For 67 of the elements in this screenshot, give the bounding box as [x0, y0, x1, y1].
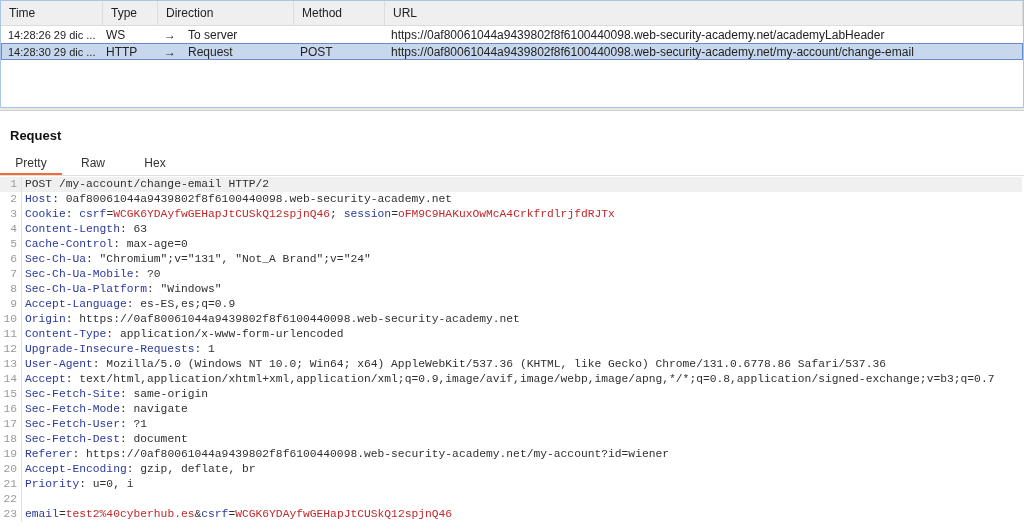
line-number: 13 — [3, 358, 17, 370]
code-line: Cookie: csrf=WCGK6YDAyfwGEHapJtCUSkQ12spjnQ46; session=oFM9C9HAKuxOwMcA4CrkfrdlrjfdRJTx — [25, 208, 615, 220]
line-number: 17 — [3, 418, 17, 430]
line-number: 21 — [3, 478, 17, 490]
line-number: 7 — [10, 268, 17, 280]
code-line: Cache-Control: max-age=0 — [25, 238, 188, 250]
line-number: 19 — [3, 448, 17, 460]
code-line: email=test2%40cyberhub.es&csrf=WCGK6YDAyfwGEHapJtCUSkQ12spjnQ46 — [25, 508, 453, 520]
code-line: Sec-Fetch-Site: same-origin — [25, 388, 209, 400]
code-line: Content-Length: 63 — [25, 223, 148, 235]
code-line: User-Agent: Mozilla/5.0 (Windows NT 10.0; Win64; x64) AppleWebKit/537.36 (KHTML, like Gecko) Chrome/131.0.6778.86 Safari/537.36 — [25, 358, 886, 370]
line-number: 4 — [10, 223, 17, 235]
panel-title: Request — [10, 128, 62, 143]
code-line: Sec-Fetch-Mode: navigate — [25, 403, 188, 415]
type-cell: HTTP — [106, 44, 138, 59]
column-header[interactable]: Type — [103, 1, 158, 25]
line-number: 23 — [3, 508, 17, 520]
code-line: Referer: https://0af80061044a9439802f8f6100440098.web-security-academy.net/my-account?id=wiener — [25, 448, 670, 460]
code-line: Accept-Encoding: gzip, deflate, br — [25, 463, 256, 475]
column-header[interactable]: Method — [294, 1, 385, 25]
code-line: Sec-Fetch-Dest: document — [25, 433, 188, 445]
view-tab[interactable]: Pretty — [0, 153, 62, 175]
direction-cell-text: To server — [188, 26, 238, 44]
code-line: Priority: u=0, i — [25, 478, 134, 490]
direction-cell-text: Request — [188, 43, 233, 61]
type-cell: WS — [106, 27, 126, 42]
column-header[interactable]: Direction — [158, 1, 294, 25]
code-line: Sec-Fetch-User: ?1 — [25, 418, 148, 430]
code-line: POST /my-account/change-email HTTP/2 — [25, 178, 270, 190]
column-header[interactable]: Time — [1, 1, 103, 25]
line-number: 15 — [3, 388, 17, 400]
url-cell: https://0af80061044a9439802f8f6100440098.web-security-academy.net/academyLabHeader — [391, 27, 885, 42]
time-cell: 14:28:30 29 dic ... — [8, 45, 96, 58]
code-line: Sec-Ch-Ua-Mobile: ?0 — [25, 268, 161, 280]
table-row[interactable]: 14:28:26 29 dic ... WS → To server https://0af80061044a9439802f8f6100440098.web-security-academy.net/academyLabHeader — [1, 26, 1023, 43]
line-number: 20 — [3, 463, 17, 475]
code-line: Origin: https://0af80061044a9439802f8f6100440098.web-security-academy.net — [25, 313, 520, 325]
code-line: Sec-Ch-Ua: "Chromium";v="131", "Not_A Brand";v="24" — [25, 253, 371, 265]
line-number: 18 — [3, 433, 17, 445]
code-line: Upgrade-Insecure-Requests: 1 — [25, 343, 215, 355]
view-tab[interactable]: Raw — [62, 153, 124, 175]
line-number: 10 — [3, 313, 17, 325]
view-tab[interactable]: Hex — [124, 153, 186, 175]
line-number: 22 — [3, 493, 17, 505]
url-cell: https://0af80061044a9439802f8f6100440098.web-security-academy.net/my-account/change-email — [391, 44, 914, 59]
line-number: 1 — [10, 178, 17, 190]
line-number: 11 — [3, 328, 17, 340]
code-line: Sec-Ch-Ua-Platform: "Windows" — [25, 283, 222, 295]
code-line: Content-Type: application/x-www-form-urlencoded — [25, 328, 344, 340]
code-line: Accept: text/html,application/xhtml+xml,application/xml;q=0.9,image/avif,image/webp,image/apng,*/*;q=0.8,application/signed-exchange;v=b3;q=0.7 — [25, 373, 995, 385]
code-line: Accept-Language: es-ES,es;q=0.9 — [25, 298, 236, 310]
line-number: 9 — [10, 298, 17, 310]
line-number: 14 — [3, 373, 17, 385]
table-row[interactable]: 14:28:30 29 dic ... HTTP → Request POST https://0af80061044a9439802f8f6100440098.web-security-academy.net/my-account/change-email — [1, 43, 1023, 60]
time-cell: 14:28:26 29 dic ... — [8, 28, 96, 41]
line-number: 2 — [10, 193, 17, 205]
line-number: 16 — [3, 403, 17, 415]
arrow-icon: → — [164, 42, 176, 61]
column-header[interactable]: URL — [385, 1, 1023, 25]
arrow-icon: → — [164, 25, 176, 44]
method-cell: POST — [300, 44, 333, 59]
line-number: 8 — [10, 283, 17, 295]
line-number: 5 — [10, 238, 17, 250]
line-number: 6 — [10, 253, 17, 265]
line-number: 12 — [3, 343, 17, 355]
code-line: Host: 0af80061044a9439802f8f6100440098.web-security-academy.net — [25, 193, 453, 205]
line-number: 3 — [10, 208, 17, 220]
